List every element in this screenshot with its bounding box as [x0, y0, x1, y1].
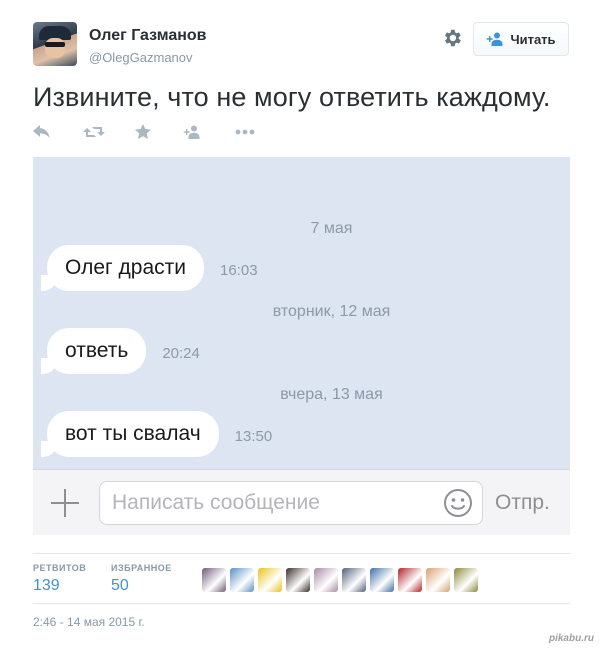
reply-icon — [33, 125, 50, 138]
favoriter-avatar[interactable] — [230, 568, 254, 592]
retweets-label: РЕТВИТОВ — [33, 563, 87, 573]
chat-screenshot: 7 мая Олег драсти 16:03 вторник, 12 мая … — [33, 157, 570, 469]
send-button[interactable]: Отпр. — [495, 491, 550, 515]
follow-label: Читать — [510, 31, 556, 47]
message-time: 20:24 — [162, 345, 200, 362]
follow-button[interactable]: Читать — [473, 22, 569, 56]
favoriter-avatar[interactable] — [286, 568, 310, 592]
author-avatar[interactable] — [33, 22, 77, 66]
gear-icon[interactable] — [441, 27, 463, 49]
favoriter-avatar[interactable] — [398, 568, 422, 592]
favorite-icon — [135, 124, 151, 139]
author-name[interactable]: Олег Газманов — [89, 27, 207, 45]
favoriter-avatar[interactable] — [370, 568, 394, 592]
avatar-face — [45, 38, 65, 58]
favorite-button[interactable] — [135, 122, 151, 142]
favorites-stat[interactable]: ИЗБРАННОЕ 50 — [111, 563, 172, 595]
message-bubble: вот ты свалач — [41, 411, 219, 457]
favoriter-avatar[interactable] — [454, 568, 478, 592]
chat-message: ответь 20:24 — [40, 328, 200, 374]
message-composer: Отпр. — [33, 469, 570, 535]
follow-icon — [183, 125, 200, 139]
message-bubble: ответь — [40, 328, 147, 374]
divider — [33, 553, 570, 554]
chat-date: 7 мая — [310, 220, 353, 237]
divider — [33, 603, 570, 604]
reply-button[interactable] — [33, 122, 51, 142]
favorites-label: ИЗБРАННОЕ — [111, 563, 172, 573]
favoriter-avatar[interactable] — [426, 568, 450, 592]
tweet-timestamp[interactable]: 2:46 - 14 мая 2015 г. — [33, 615, 145, 629]
retweets-stat[interactable]: РЕТВИТОВ 139 — [33, 563, 86, 595]
add-user-icon — [487, 32, 503, 46]
avatar-glasses — [45, 42, 65, 47]
smiley-icon[interactable] — [443, 488, 473, 518]
chat-message: вот ты свалач 13:50 — [41, 411, 273, 457]
favoriter-avatar[interactable] — [314, 568, 338, 592]
message-time: 16:03 — [220, 262, 258, 279]
retweet-button[interactable] — [83, 122, 105, 142]
favoriters-avatars — [202, 568, 478, 592]
favoriter-avatar[interactable] — [202, 568, 226, 592]
more-button[interactable] — [235, 122, 255, 142]
chat-date: вчера, 13 мая — [280, 386, 383, 403]
chat-message: Олег драсти 16:03 — [41, 245, 258, 291]
attach-plus-icon[interactable] — [51, 489, 79, 517]
watermark-text: pikabu.ru — [548, 633, 594, 644]
author-handle[interactable]: @OlegGazmanov — [89, 50, 193, 65]
retweets-count: 139 — [33, 577, 60, 594]
tweet-text: Извините, что не могу ответить каждому. — [33, 82, 551, 112]
favoriter-avatar[interactable] — [258, 568, 282, 592]
message-bubble: Олег драсти — [41, 245, 204, 291]
message-input[interactable] — [99, 481, 483, 525]
more-icon — [235, 129, 255, 135]
follow-action-button[interactable] — [183, 122, 201, 142]
favoriter-avatar[interactable] — [342, 568, 366, 592]
retweet-icon — [83, 127, 105, 137]
chat-date: вторник, 12 мая — [272, 303, 391, 320]
favorites-count: 50 — [111, 577, 129, 594]
message-time: 13:50 — [234, 428, 273, 445]
tweet-actions — [33, 122, 273, 142]
